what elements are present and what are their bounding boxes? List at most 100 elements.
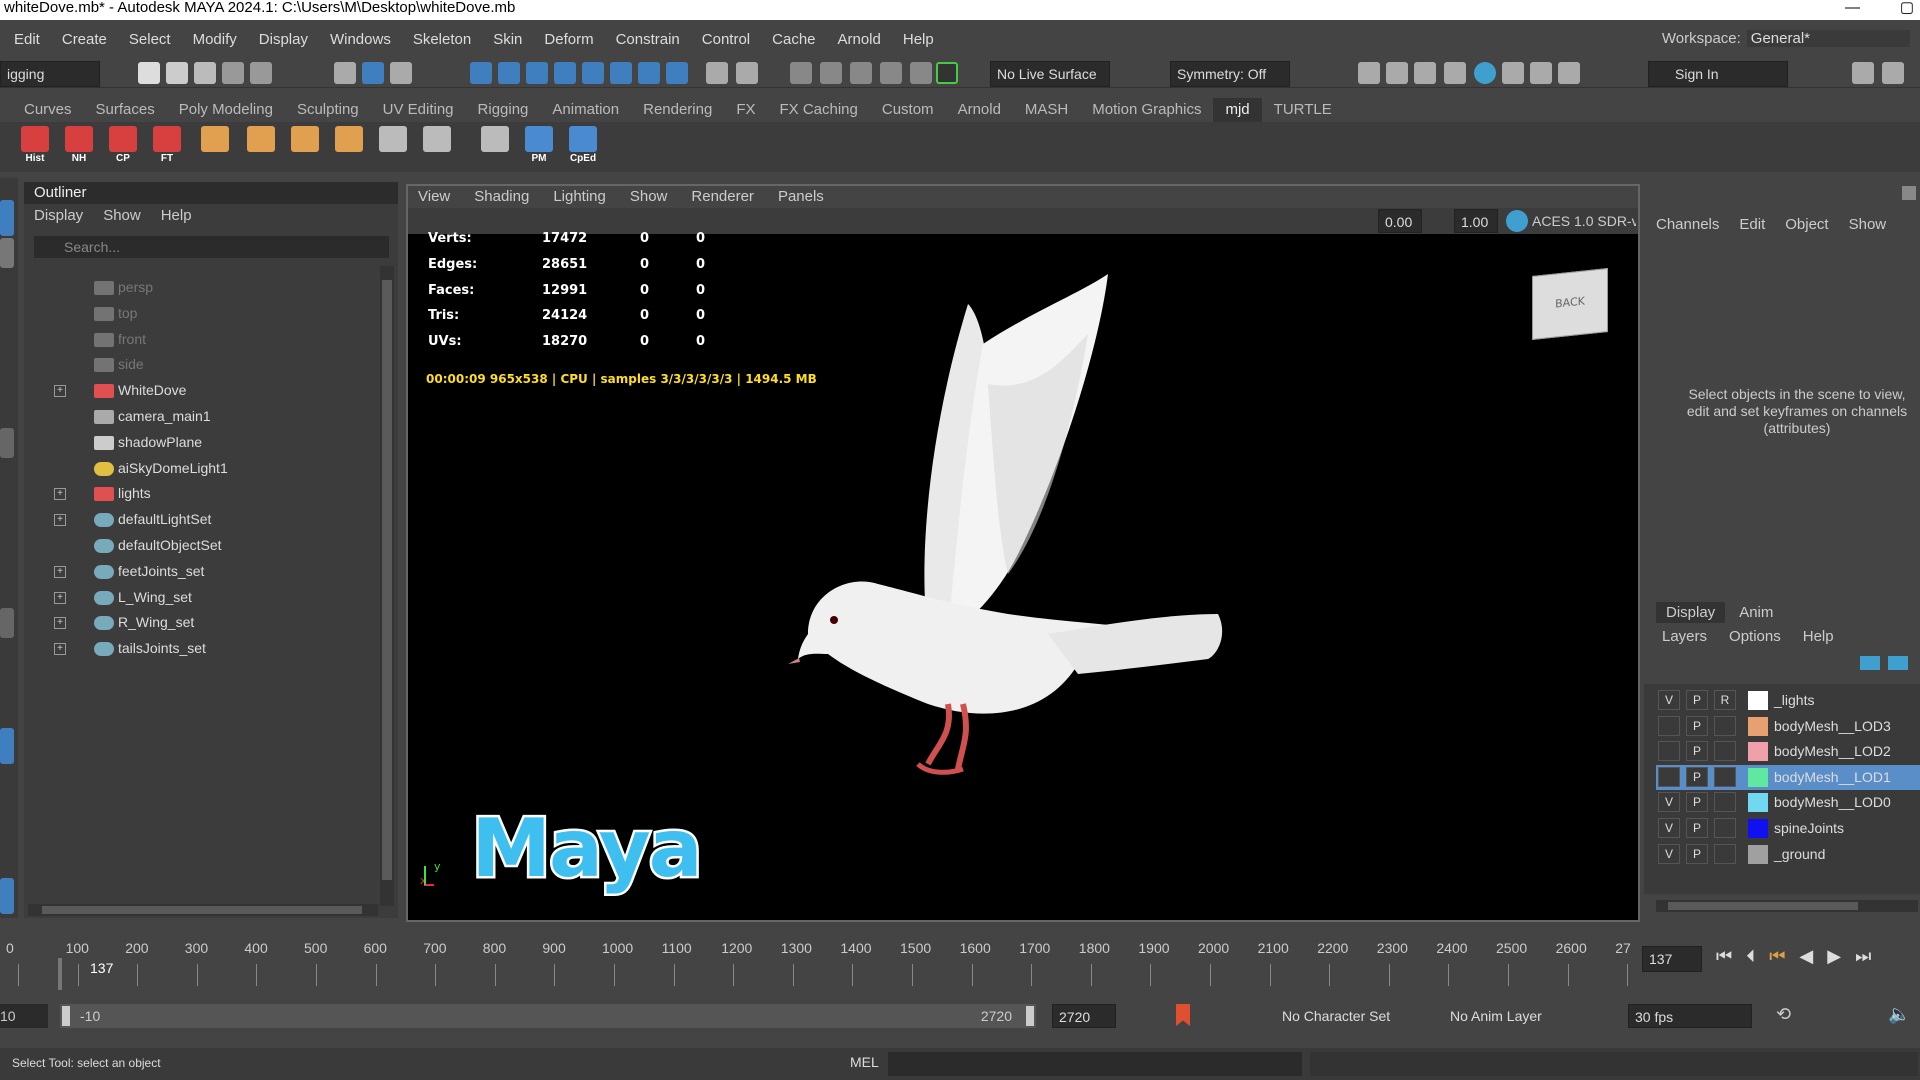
output-ops-icon[interactable] [820, 62, 842, 84]
outliner-item[interactable]: + lights [54, 481, 374, 506]
render-setup-icon[interactable] [1502, 62, 1524, 84]
input-ops-icon[interactable] [790, 62, 812, 84]
layer-toggle-v[interactable]: V [1658, 690, 1680, 710]
layer-toggle-p[interactable]: P [1686, 843, 1708, 864]
layer-menu-help[interactable]: Help [1803, 628, 1834, 645]
menuset-dropdown[interactable]: igging [0, 61, 100, 87]
layer-row[interactable]: V PbodyMesh__LOD0 [1656, 790, 1920, 815]
viewport-menu-show[interactable]: Show [630, 186, 668, 208]
snap-grid-icon[interactable] [470, 62, 492, 84]
shelf-tab-surfaces[interactable]: Surfaces [84, 98, 167, 122]
layer-toggle-p[interactable]: P [1686, 792, 1708, 813]
menu-create[interactable]: Create [62, 31, 107, 48]
expand-icon[interactable]: + [54, 565, 66, 578]
layout-four-icon[interactable] [0, 728, 14, 764]
outliner-item[interactable]: aiSkyDomeLight1 [54, 456, 374, 481]
layer-toggle-v[interactable]: V [1658, 843, 1680, 864]
menu-windows[interactable]: Windows [330, 31, 391, 48]
layer-toggle-v[interactable] [1658, 715, 1680, 736]
layout-outliner-icon[interactable] [0, 878, 14, 914]
snap-point-icon[interactable] [526, 62, 548, 84]
shelf-tab-animation[interactable]: Animation [540, 98, 631, 122]
layer-color-swatch[interactable] [1748, 819, 1768, 838]
outliner-item[interactable]: side [54, 352, 374, 377]
menu-control[interactable]: Control [702, 31, 750, 48]
layer-row[interactable]: PbodyMesh__LOD2 [1656, 739, 1920, 764]
shelf-button-cp[interactable]: CP [106, 126, 140, 168]
new-scene-icon[interactable] [138, 62, 160, 84]
select-tool-icon[interactable] [0, 200, 14, 236]
character-set-dropdown[interactable]: No Character Set [1276, 1004, 1392, 1028]
axis-icon[interactable] [1902, 186, 1916, 200]
ipr-render-icon[interactable] [1414, 62, 1436, 84]
channel-menu-channels[interactable]: Channels [1656, 216, 1719, 233]
shelf-tab-custom[interactable]: Custom [870, 98, 946, 122]
expand-icon[interactable]: + [54, 617, 66, 630]
layer-toggle-v[interactable]: V [1658, 818, 1680, 838]
hypershade-icon[interactable] [1474, 62, 1496, 84]
outliner-item[interactable]: defaultObjectSet [54, 533, 374, 558]
move-layer-down-icon[interactable] [1888, 656, 1908, 670]
menu-modify[interactable]: Modify [193, 31, 237, 48]
outliner-search-input[interactable]: Search... [34, 236, 389, 258]
loop-icon[interactable]: ⟲ [1776, 1004, 1791, 1025]
shelf-tab-motion-graphics[interactable]: Motion Graphics [1080, 98, 1213, 122]
layer-menu-layers[interactable]: Layers [1662, 628, 1707, 645]
menu-skeleton[interactable]: Skeleton [413, 31, 471, 48]
play-forwards-icon[interactable]: ▶ [1827, 946, 1841, 967]
range-bar[interactable]: -10 2720 [60, 1004, 1036, 1028]
live-surface-dropdown[interactable]: No Live Surface [990, 61, 1110, 87]
lock-icon[interactable] [706, 62, 728, 84]
layer-color-swatch[interactable] [1748, 742, 1768, 762]
menu-display[interactable]: Display [259, 31, 308, 48]
layer-color-swatch[interactable] [1748, 716, 1768, 736]
layer-toggle-v[interactable]: V [1658, 792, 1680, 813]
go-to-start-icon[interactable]: ⏮ [1716, 946, 1732, 967]
layer-color-swatch[interactable] [1748, 691, 1768, 710]
redo-icon[interactable] [250, 62, 272, 84]
expand-icon[interactable]: + [54, 591, 66, 604]
snap-icon[interactable] [638, 62, 660, 84]
viewport-menu-panels[interactable]: Panels [778, 186, 824, 208]
interactive-placement-icon[interactable] [936, 62, 958, 84]
symmetry-dropdown[interactable]: Symmetry: Off [1170, 61, 1290, 87]
outliner-item[interactable]: + tailsJoints_set [54, 636, 374, 661]
step-back-key-icon[interactable]: ⏮ [1769, 946, 1785, 967]
shelf-button-tool-7[interactable] [332, 126, 366, 168]
shelf-tab-poly-modeling[interactable]: Poly Modeling [167, 98, 285, 122]
script-language-toggle[interactable]: MEL [850, 1054, 879, 1070]
select-object-icon[interactable] [362, 62, 384, 84]
snap-view-plane-icon[interactable] [582, 62, 604, 84]
end-time-field[interactable]: 2720 [1052, 1004, 1116, 1028]
outliner-item[interactable]: + defaultLightSet [54, 507, 374, 532]
shelf-tab-uv-editing[interactable]: UV Editing [371, 98, 466, 122]
move-layer-up-icon[interactable] [1860, 656, 1880, 670]
viewport-menu-lighting[interactable]: Lighting [553, 186, 606, 208]
layer-tab-anim[interactable]: Anim [1725, 602, 1787, 623]
go-to-end-icon[interactable]: ⏭ [1855, 946, 1871, 967]
move-tool-icon[interactable] [0, 428, 14, 458]
outliner-item[interactable]: camera_main1 [54, 404, 374, 429]
layer-toggle-r[interactable] [1714, 818, 1736, 838]
snap-curve-icon[interactable] [498, 62, 520, 84]
auto-key-icon[interactable] [1176, 1004, 1190, 1026]
shelf-tab-mjd[interactable]: mjd [1213, 98, 1262, 122]
outliner-item[interactable]: top [54, 301, 374, 326]
range-end-handle[interactable] [1026, 1006, 1034, 1026]
play-backwards-icon[interactable]: ◀ [1799, 946, 1813, 967]
time-slider[interactable]: 0 100 200 300 400 500 600 700 800 900 1000 1100 1200… [0, 928, 1920, 990]
layer-row[interactable]: PbodyMesh__LOD1 [1656, 764, 1920, 790]
outliner-scrollbar[interactable] [380, 266, 394, 906]
shelf-button-ft[interactable]: FT [150, 126, 184, 168]
shelf-button-tool-9[interactable] [420, 126, 454, 168]
step-back-frame-icon[interactable]: ⏴ [1746, 946, 1755, 967]
gamma-field[interactable]: 1.00 [1454, 209, 1498, 233]
viewport-menu-renderer[interactable]: Renderer [691, 186, 754, 208]
shelf-tab-rigging[interactable]: Rigging [466, 98, 541, 122]
range-start-handle[interactable] [62, 1006, 70, 1026]
outliner-item[interactable]: + L_Wing_set [54, 585, 374, 610]
shelf-button-tool-10[interactable] [478, 126, 512, 168]
shelf-tab-mash[interactable]: MASH [1013, 98, 1080, 122]
render-frame-icon[interactable] [1386, 62, 1408, 84]
expand-icon[interactable]: + [54, 643, 66, 656]
